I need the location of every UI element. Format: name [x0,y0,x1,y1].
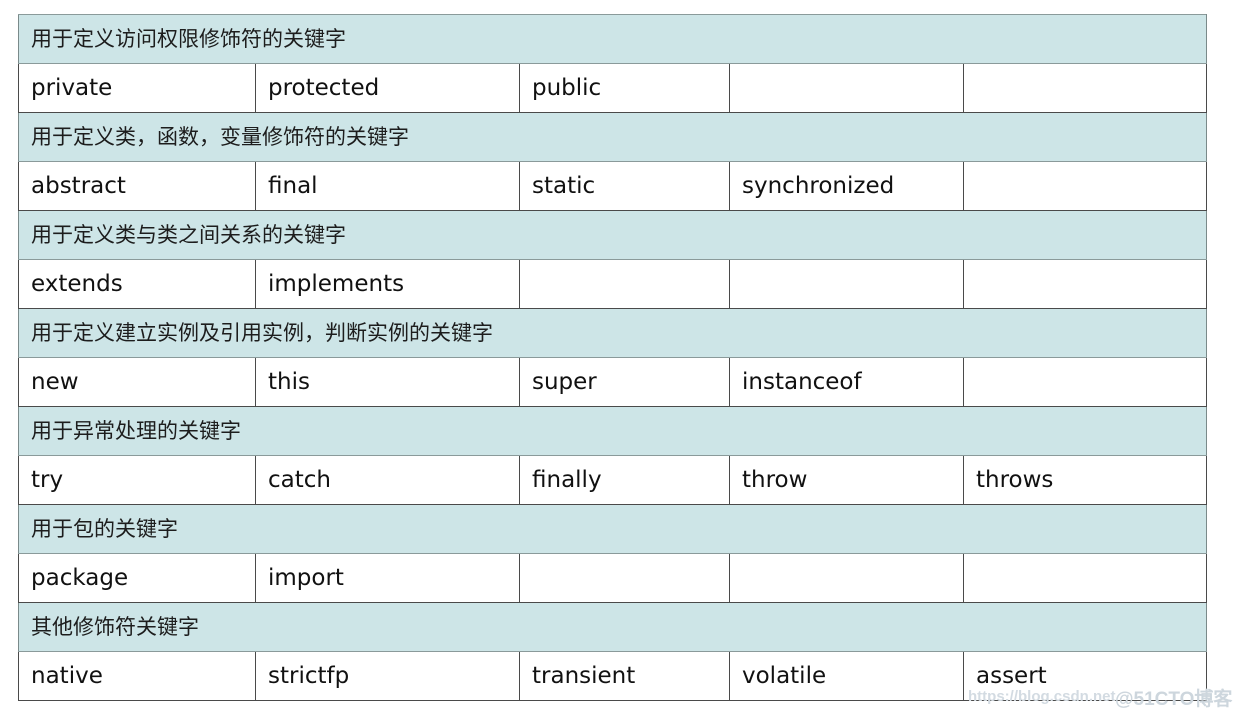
keyword-cell: super [519,357,730,407]
empty-cell [519,259,730,309]
empty-cell [519,553,730,603]
empty-cell [962,357,1208,407]
keyword-cell: private [18,63,256,113]
keyword-cell: protected [255,63,520,113]
section-header-cell: 用于异常处理的关键字 [17,406,1208,456]
empty-cell [729,553,964,603]
keyword-cell: strictfp [255,651,520,701]
keyword-cell: instanceof [729,357,964,407]
section-title: 用于定义类，函数，变量修饰符的关键字 [31,124,409,149]
section-title: 用于异常处理的关键字 [31,418,241,443]
keyword-label: strictfp [268,662,350,689]
section-header-row: 用于定义类与类之间关系的关键字 [17,210,1208,260]
keyword-label: new [31,368,79,395]
section-header-cell: 用于包的关键字 [17,504,1208,554]
keyword-cell: abstract [18,161,256,211]
keyword-label: throws [976,466,1054,493]
keyword-cell: throws [962,455,1208,505]
empty-cell [962,63,1208,113]
keyword-row: extends implements [18,259,1208,309]
keyword-label: throw [742,466,808,493]
section-header-row: 其他修饰符关键字 [17,602,1208,652]
keyword-cell: throw [729,455,964,505]
screenshot-stage: http://blog.csdn.net/ 用于定义访问权限修饰符的关键字pri… [0,0,1237,717]
keyword-label: super [532,368,597,395]
keyword-label: native [31,662,103,689]
keyword-label: instanceof [742,368,862,395]
keyword-cell: volatile [729,651,964,701]
keyword-row: package import [18,553,1208,603]
keyword-label: extends [31,270,123,297]
empty-cell [962,161,1208,211]
keyword-row: try catch finally throw throws [18,455,1208,505]
empty-cell [729,259,964,309]
keyword-label: volatile [742,662,827,689]
keyword-cell: package [18,553,256,603]
section-header-cell: 用于定义建立实例及引用实例，判断实例的关键字 [17,308,1208,358]
empty-cell [962,259,1208,309]
section-header-cell: 用于定义类与类之间关系的关键字 [17,210,1208,260]
keyword-cell: try [18,455,256,505]
keyword-label: protected [268,74,380,101]
keyword-cell: extends [18,259,256,309]
section-header-row: 用于定义访问权限修饰符的关键字 [17,14,1208,64]
section-header-row: 用于异常处理的关键字 [17,406,1208,456]
keyword-label: assert [976,662,1047,689]
keyword-cell: import [255,553,520,603]
keyword-label: this [268,368,310,395]
section-header-cell: 其他修饰符关键字 [17,602,1208,652]
keyword-row: native strictfp transient volatile assert [18,651,1208,701]
section-header-row: 用于定义建立实例及引用实例，判断实例的关键字 [17,308,1208,358]
section-header-row: 用于定义类，函数，变量修饰符的关键字 [17,112,1208,162]
keyword-cell: static [519,161,730,211]
empty-cell [729,63,964,113]
keyword-cell: assert [962,651,1208,701]
keyword-label: final [268,172,318,199]
keyword-label: try [31,466,64,493]
keyword-label: import [268,564,344,591]
keyword-label: transient [532,662,636,689]
keyword-row: abstract final static synchronized [18,161,1208,211]
keyword-row: new this super instanceof [18,357,1208,407]
section-title: 其他修饰符关键字 [31,614,199,639]
section-title: 用于定义访问权限修饰符的关键字 [31,26,346,51]
keyword-label: static [532,172,596,199]
keyword-cell: implements [255,259,520,309]
empty-cell [962,553,1208,603]
section-title: 用于包的关键字 [31,516,178,541]
section-header-cell: 用于定义访问权限修饰符的关键字 [17,14,1208,64]
table-body: 用于定义访问权限修饰符的关键字 private protected public 用于定… [17,14,1208,701]
section-title: 用于定义建立实例及引用实例，判断实例的关键字 [31,320,493,345]
keyword-cell: final [255,161,520,211]
keyword-label: catch [268,466,331,493]
keyword-label: abstract [31,172,126,199]
keyword-label: implements [268,270,405,297]
keyword-cell: synchronized [729,161,964,211]
keyword-cell: public [519,63,730,113]
keyword-cell: transient [519,651,730,701]
java-keywords-table: 用于定义访问权限修饰符的关键字 private protected public 用于定… [17,14,1208,701]
section-header-row: 用于包的关键字 [17,504,1208,554]
keyword-label: private [31,74,113,101]
keyword-cell: new [18,357,256,407]
keyword-label: public [532,74,602,101]
section-header-cell: 用于定义类，函数，变量修饰符的关键字 [17,112,1208,162]
keyword-label: package [31,564,129,591]
keyword-cell: finally [519,455,730,505]
keyword-cell: this [255,357,520,407]
keyword-label: synchronized [742,172,895,199]
section-title: 用于定义类与类之间关系的关键字 [31,222,346,247]
keyword-label: finally [532,466,602,493]
keyword-cell: catch [255,455,520,505]
keyword-row: private protected public [18,63,1208,113]
keyword-cell: native [18,651,256,701]
